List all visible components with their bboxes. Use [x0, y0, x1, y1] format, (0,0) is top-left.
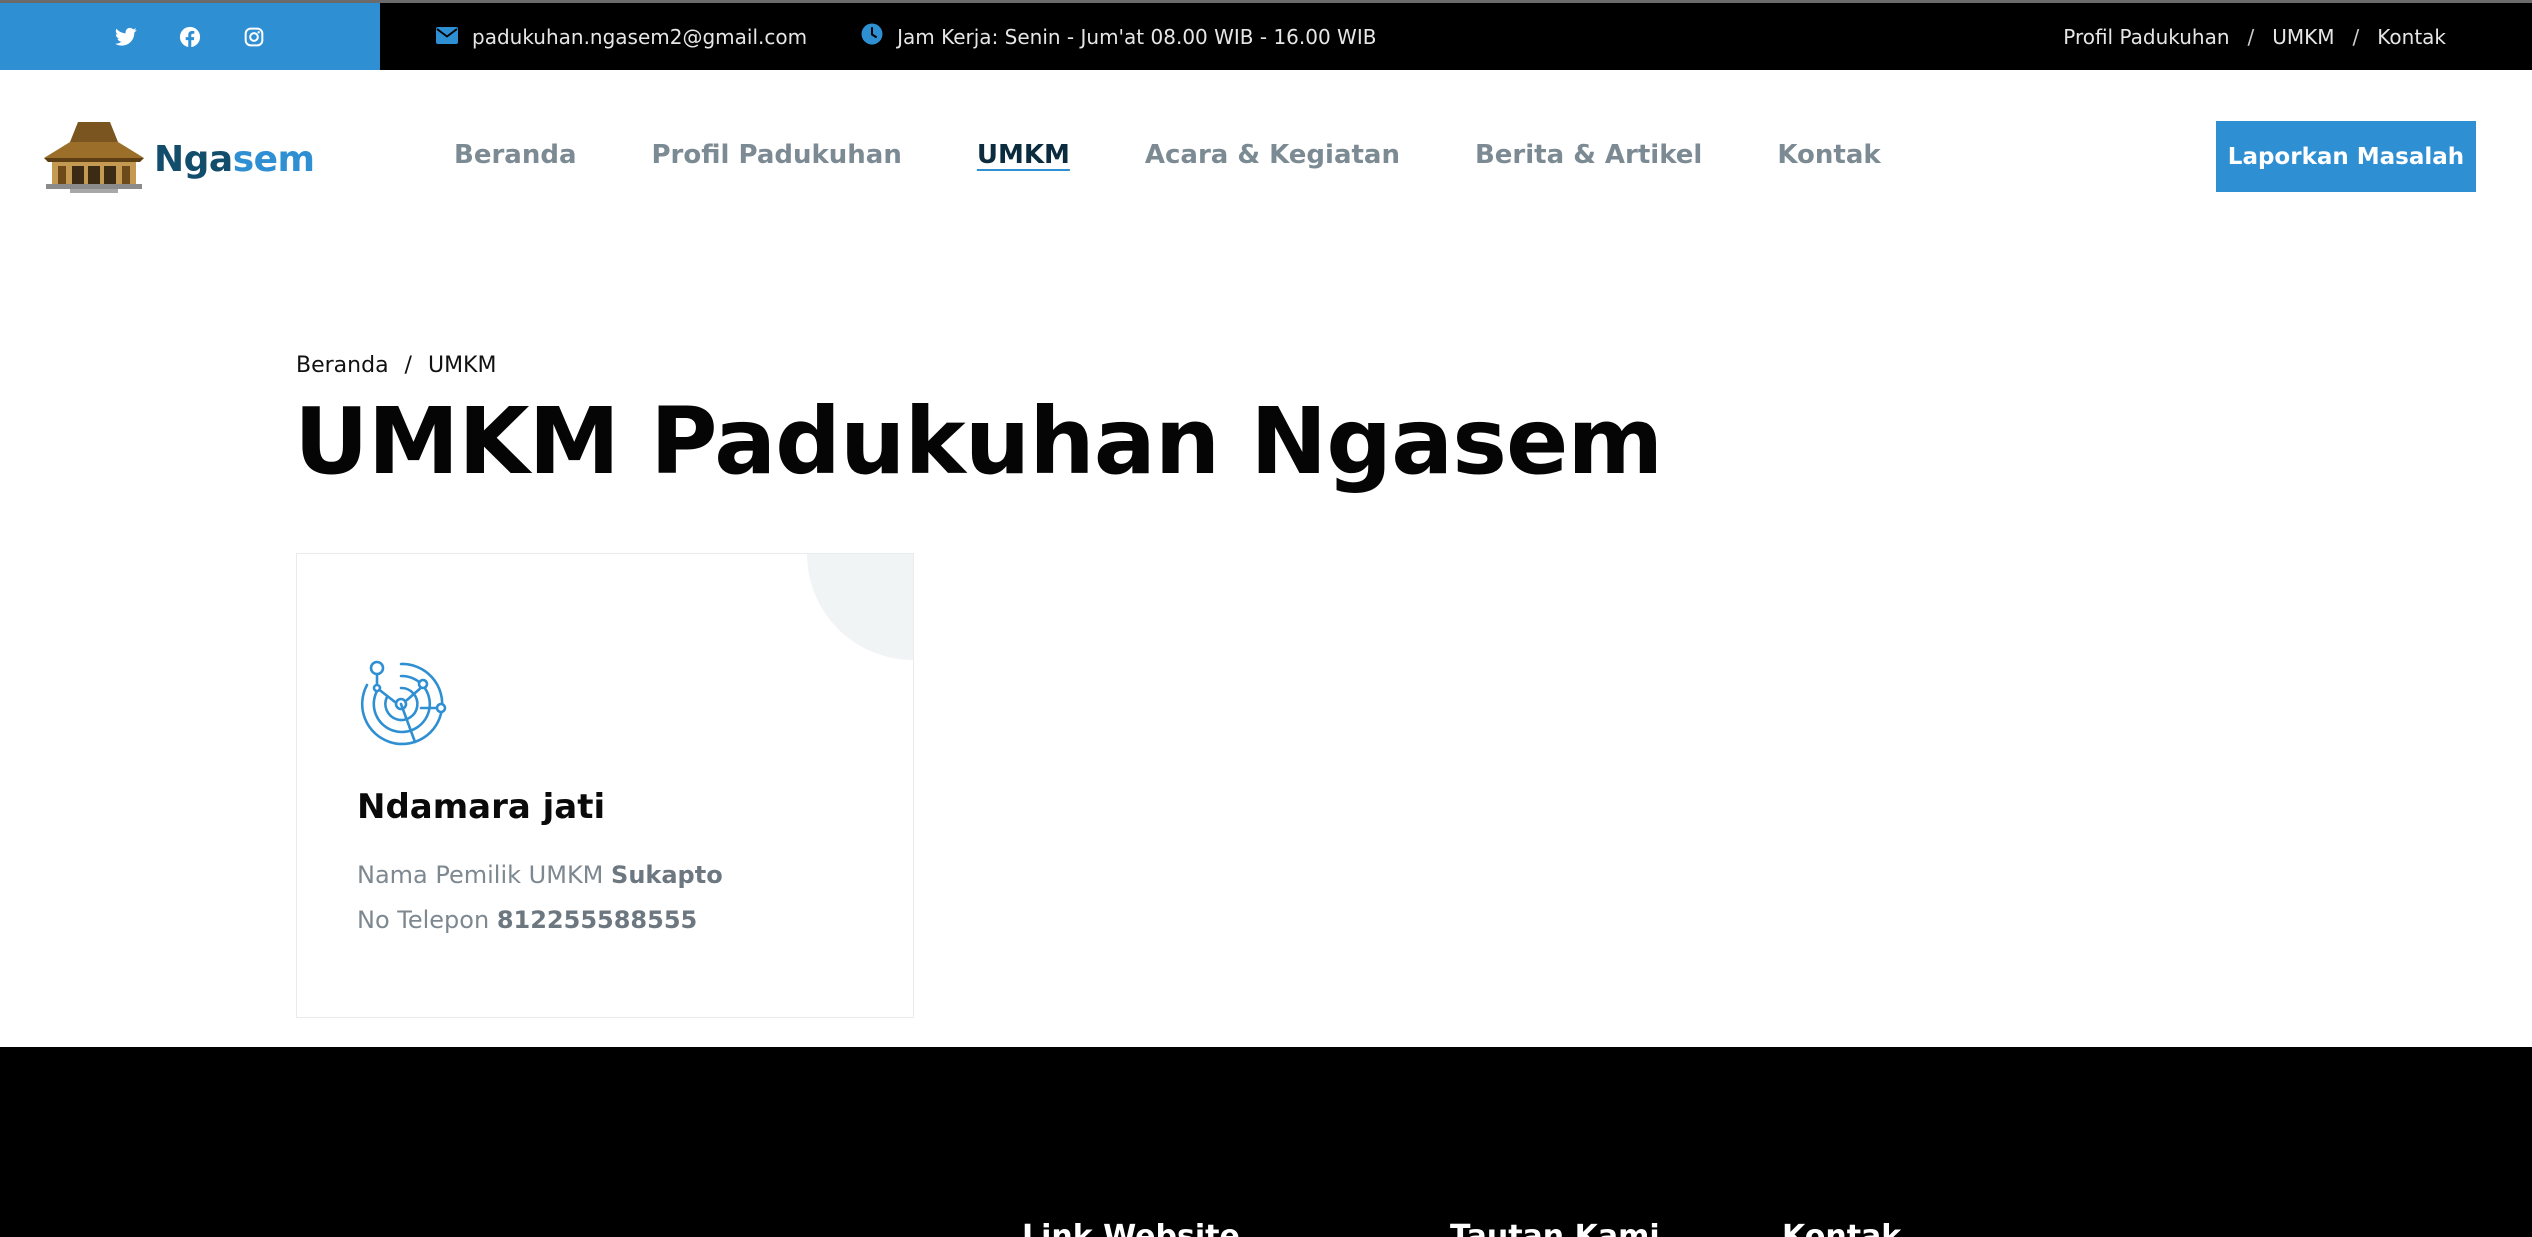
umkm-owner-line: Nama Pemilik UMKM Sukapto	[357, 861, 723, 889]
radar-signal-icon	[355, 658, 447, 750]
owner-value: Sukapto	[611, 861, 723, 889]
page-title: UMKM Padukuhan Ngasem	[294, 388, 1663, 495]
phone-value[interactable]: 812255588555	[497, 906, 697, 934]
umkm-card[interactable]: Ndamara jati Nama Pemilik UMKM Sukapto N…	[296, 553, 914, 1018]
footer-heading-links: Link Website	[1022, 1219, 1240, 1237]
breadcrumb: Beranda / UMKM	[296, 353, 496, 378]
email-info[interactable]: padukuhan.ngasem2@gmail.com	[436, 25, 807, 49]
hours-info: Jam Kerja: Senin - Jum'at 08.00 WIB - 16…	[861, 23, 1376, 50]
top-link-separator: /	[2352, 24, 2360, 49]
logo-text: Ngasem	[154, 139, 315, 180]
nav-profil-padukuhan[interactable]: Profil Padukuhan	[651, 140, 901, 170]
email-text: padukuhan.ngasem2@gmail.com	[472, 24, 808, 49]
social-links	[0, 3, 380, 70]
nav-kontak[interactable]: Kontak	[1777, 140, 1880, 170]
envelope-icon	[436, 25, 458, 49]
twitter-icon[interactable]	[114, 25, 138, 49]
site-footer: Link Website Tautan Kami Kontak	[0, 1047, 2532, 1237]
nav-umkm[interactable]: UMKM	[977, 140, 1070, 170]
top-link-umkm[interactable]: UMKM	[2272, 25, 2334, 49]
site-logo[interactable]: Ngasem	[42, 120, 315, 198]
umkm-name: Ndamara jati	[357, 787, 606, 827]
main-nav: Beranda Profil Padukuhan UMKM Acara & Ke…	[454, 140, 1881, 170]
clock-icon	[861, 23, 883, 50]
umkm-phone-line: No Telepon 812255588555	[357, 906, 697, 934]
facebook-icon[interactable]	[178, 25, 202, 49]
logo-text-part1: Nga	[154, 138, 233, 180]
breadcrumb-current: UMKM	[427, 353, 497, 378]
nav-beranda[interactable]: Beranda	[454, 140, 576, 170]
top-link-profil[interactable]: Profil Padukuhan	[2063, 25, 2229, 49]
top-bar: padukuhan.ngasem2@gmail.com Jam Kerja: S…	[0, 0, 2532, 70]
footer-heading-tautan: Tautan Kami	[1450, 1219, 1660, 1237]
top-links: Profil Padukuhan / UMKM / Kontak	[2063, 3, 2446, 70]
site-header: Ngasem Beranda Profil Padukuhan UMKM Aca…	[0, 70, 2532, 242]
instagram-icon[interactable]	[242, 25, 266, 49]
phone-label: No Telepon	[357, 906, 490, 934]
contact-info: padukuhan.ngasem2@gmail.com Jam Kerja: S…	[436, 3, 1376, 70]
breadcrumb-home[interactable]: Beranda	[296, 353, 389, 378]
top-link-separator: /	[2247, 24, 2255, 49]
joglo-house-logo-icon	[42, 120, 146, 198]
nav-acara-kegiatan[interactable]: Acara & Kegiatan	[1145, 140, 1400, 170]
owner-label: Nama Pemilik UMKM	[357, 861, 604, 889]
nav-berita-artikel[interactable]: Berita & Artikel	[1475, 140, 1702, 170]
report-problem-button[interactable]: Laporkan Masalah	[2216, 121, 2476, 192]
top-link-kontak[interactable]: Kontak	[2377, 25, 2446, 49]
footer-heading-kontak: Kontak	[1782, 1219, 1902, 1237]
breadcrumb-separator: /	[404, 353, 412, 378]
logo-text-part2: sem	[232, 138, 315, 180]
hours-text: Jam Kerja: Senin - Jum'at 08.00 WIB - 16…	[897, 24, 1377, 49]
card-corner-decoration	[807, 554, 913, 660]
